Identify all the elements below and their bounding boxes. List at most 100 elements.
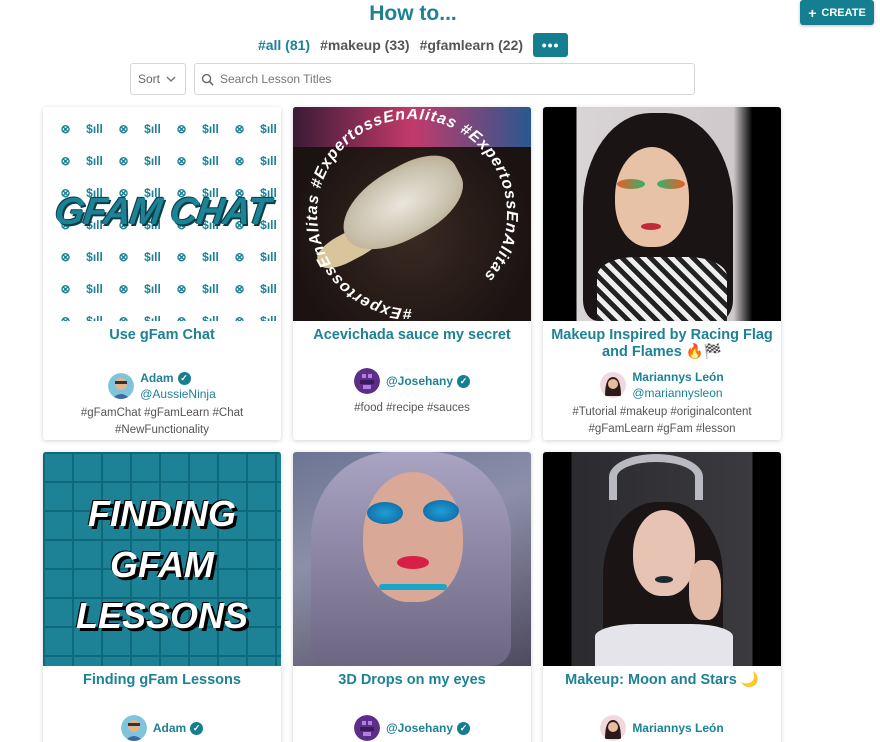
signal-icon: $ıll — [86, 154, 103, 168]
avatar — [600, 372, 627, 398]
lesson-thumbnail[interactable]: #ExpertossEnAlitas #ExpertossEnAlitas #E… — [293, 107, 531, 321]
lesson-author[interactable]: Adam ✓ @AussieNinja — [43, 370, 281, 402]
x-circle-icon: ⊗ — [118, 250, 129, 264]
x-circle-icon: ⊗ — [60, 282, 71, 296]
signal-icon: $ıll — [260, 154, 277, 168]
tag-makeup[interactable]: #makeup (33) — [320, 37, 409, 53]
x-circle-icon: ⊗ — [60, 122, 71, 136]
hashtag-ring: #ExpertossEnAlitas #ExpertossEnAlitas #E… — [304, 109, 520, 319]
eye-makeup — [657, 179, 685, 189]
lesson-title[interactable]: Acevichada sauce my secret — [293, 321, 531, 344]
lesson-author[interactable]: @Josehany ✓ — [293, 715, 531, 741]
signal-icon: $ıll — [144, 250, 161, 264]
chevron-down-icon — [166, 76, 176, 83]
x-circle-icon: ⊗ — [176, 122, 187, 136]
lesson-card[interactable]: Makeup Inspired by Racing Flag and Flame… — [543, 107, 781, 440]
x-circle-icon: ⊗ — [234, 154, 245, 168]
x-circle-icon: ⊗ — [176, 250, 187, 264]
ring-text: #ExpertossEnAlitas #ExpertossEnAlitas #E… — [304, 109, 519, 319]
lesson-author[interactable]: Mariannys León — [543, 715, 781, 741]
signal-icon: $ıll — [202, 314, 219, 321]
create-button[interactable]: + CREATE — [800, 0, 874, 25]
signal-icon: $ıll — [86, 250, 103, 264]
more-tags-button[interactable]: ••• — [533, 33, 569, 57]
author-name: Mariannys León — [632, 721, 724, 735]
lesson-title[interactable]: Finding gFam Lessons — [43, 666, 281, 689]
signal-icon: $ıll — [86, 122, 103, 136]
author-name: Adam — [140, 371, 174, 385]
verified-icon: ✓ — [177, 371, 191, 385]
face — [615, 147, 689, 247]
signal-icon: $ıll — [144, 282, 161, 296]
lesson-thumbnail[interactable]: ⊗ $ıll ⊗ $ıll ⊗ $ıll ⊗ $ıll ⊗ $ıll ⊗ $ıll ⊗ $ıll ⊗ $ıll… — [43, 107, 281, 321]
create-label: CREATE — [821, 6, 866, 19]
x-circle-icon: ⊗ — [234, 282, 245, 296]
signal-icon: $ıll — [144, 122, 161, 136]
avatar — [353, 715, 380, 741]
x-circle-icon: ⊗ — [118, 154, 129, 168]
face — [633, 510, 695, 596]
lesson-author[interactable]: @Josehany ✓ — [293, 368, 531, 394]
hand — [689, 560, 721, 620]
tag-gfamlearn[interactable]: #gfamlearn (22) — [420, 37, 523, 53]
lesson-thumbnail[interactable] — [543, 452, 781, 666]
x-circle-icon: ⊗ — [234, 250, 245, 264]
lesson-tags: #Tutorial #makeup #originalcontent #gFam… — [572, 406, 752, 435]
lesson-title[interactable]: Makeup: Moon and Stars 🌙 — [543, 666, 781, 689]
x-circle-icon: ⊗ — [176, 154, 187, 168]
eye-makeup — [367, 502, 403, 524]
signal-icon: $ıll — [260, 314, 277, 321]
choker — [379, 584, 447, 590]
lesson-author[interactable]: Adam ✓ — [43, 715, 281, 741]
verified-icon: ✓ — [457, 374, 471, 388]
author-handle: @mariannysleon — [632, 386, 723, 400]
lesson-card[interactable]: ⊗ $ıll ⊗ $ıll ⊗ $ıll ⊗ $ıll ⊗ $ıll ⊗ $ıll ⊗ $ıll ⊗ $ıll… — [43, 107, 281, 440]
x-circle-icon: ⊗ — [118, 282, 129, 296]
author-name: @Josehany — [385, 374, 454, 388]
lesson-author[interactable]: Mariannys León @mariannysleon — [543, 369, 781, 401]
lesson-title[interactable]: Use gFam Chat — [43, 321, 281, 344]
sort-dropdown[interactable]: Sort — [130, 63, 186, 95]
search-box — [194, 63, 695, 95]
signal-icon: $ıll — [202, 282, 219, 296]
x-circle-icon: ⊗ — [118, 314, 129, 321]
eye-makeup — [617, 179, 645, 189]
lesson-thumbnail[interactable] — [543, 107, 781, 321]
signal-icon: $ıll — [86, 282, 103, 296]
lesson-card[interactable]: Makeup: Moon and Stars 🌙 Mariannys León — [543, 452, 781, 742]
gfam-chat-logo: GFAM CHAT — [52, 191, 273, 233]
signal-icon: $ıll — [260, 282, 277, 296]
lesson-card[interactable]: #ExpertossEnAlitas #ExpertossEnAlitas #E… — [293, 107, 531, 440]
lips — [397, 556, 429, 569]
lesson-card[interactable]: FINDING GFAM LESSONS Finding gFam Lesson… — [43, 452, 281, 742]
author-name: Mariannys León — [632, 370, 724, 384]
author-name: @Josehany — [385, 721, 454, 735]
tag-filter-bar: #all (81) #makeup (33) #gfamlearn (22) •… — [0, 33, 826, 57]
signal-icon: $ıll — [260, 250, 277, 264]
x-circle-icon: ⊗ — [234, 314, 245, 321]
jacket — [597, 257, 727, 321]
lesson-thumbnail[interactable]: FINDING GFAM LESSONS — [43, 452, 281, 666]
tag-all[interactable]: #all (81) — [258, 37, 310, 53]
search-input[interactable] — [220, 72, 680, 86]
svg-text:#ExpertossEnAlitas #ExpertossE: #ExpertossEnAlitas #ExpertossEnAlitas #E… — [304, 109, 520, 319]
eye-makeup — [423, 500, 459, 522]
signal-icon: $ıll — [86, 314, 103, 321]
avatar — [600, 715, 627, 741]
lesson-title[interactable]: Makeup Inspired by Racing Flag and Flame… — [543, 321, 781, 361]
x-circle-icon: ⊗ — [60, 154, 71, 168]
finding-lessons-graphic: FINDING GFAM LESSONS — [75, 493, 249, 636]
shoulders — [595, 624, 733, 666]
lesson-card[interactable]: 3D Drops on my eyes @Josehany ✓ — [293, 452, 531, 742]
x-circle-icon: ⊗ — [234, 122, 245, 136]
signal-icon: $ıll — [144, 154, 161, 168]
lips — [655, 576, 673, 583]
signal-icon: $ıll — [202, 122, 219, 136]
verified-icon: ✓ — [457, 721, 471, 735]
x-circle-icon: ⊗ — [118, 122, 129, 136]
avatar — [120, 715, 147, 741]
avatar — [353, 368, 380, 394]
lesson-title[interactable]: 3D Drops on my eyes — [293, 666, 531, 689]
moon-headpiece — [609, 454, 703, 500]
lesson-thumbnail[interactable] — [293, 452, 531, 666]
